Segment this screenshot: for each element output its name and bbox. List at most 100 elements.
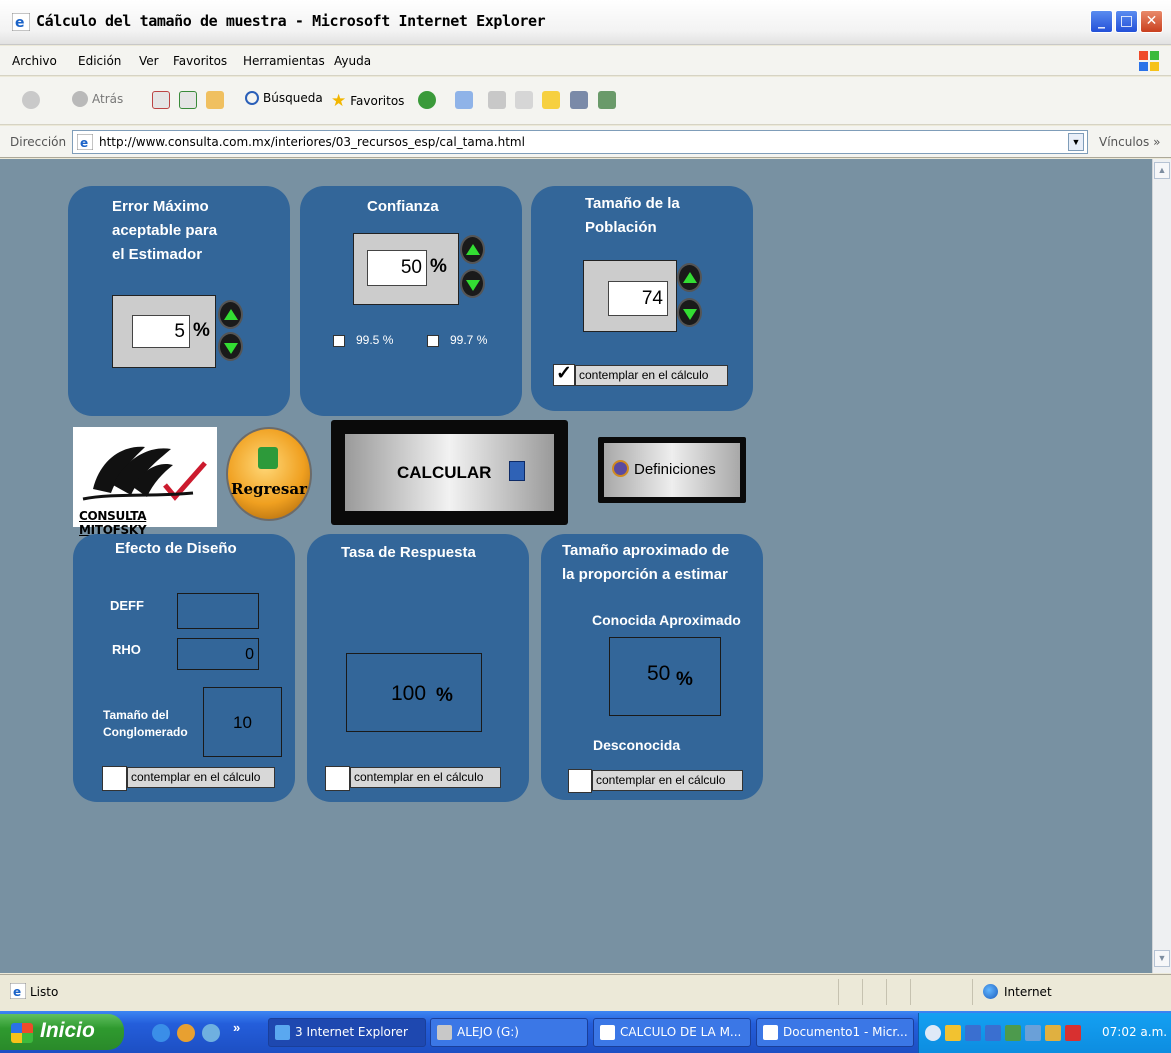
- menu-favoritos[interactable]: Favoritos: [173, 54, 227, 68]
- error-increase-icon[interactable]: [218, 300, 243, 329]
- definiciones-button[interactable]: Definiciones: [598, 437, 746, 503]
- start-button[interactable]: Inicio: [0, 1014, 124, 1050]
- tray-expand-icon[interactable]: [925, 1025, 941, 1041]
- windows-logo-icon: [1139, 51, 1159, 71]
- search-button[interactable]: Búsqueda: [245, 91, 323, 105]
- confianza-decrease-icon[interactable]: [460, 269, 485, 298]
- back-button[interactable]: Atrás: [72, 91, 123, 107]
- links-label[interactable]: Vínculos »: [1099, 135, 1160, 149]
- menu-herramientas[interactable]: Herramientas: [243, 54, 325, 68]
- page-status-icon: e: [10, 983, 26, 999]
- ie-quicklaunch-icon[interactable]: [152, 1024, 170, 1042]
- cluster-value-field[interactable]: 10: [203, 687, 282, 757]
- tray-app-icon[interactable]: [1045, 1025, 1061, 1041]
- messenger-quicklaunch-icon[interactable]: [202, 1024, 220, 1042]
- tray-antivirus-icon[interactable]: [1065, 1025, 1081, 1041]
- window-title: Cálculo del tamaño de muestra - Microsof…: [36, 12, 546, 30]
- task-internet-explorer[interactable]: 3 Internet Explorer: [268, 1018, 426, 1047]
- search-icon: [245, 91, 259, 105]
- return-icon: [258, 447, 278, 469]
- calcular-button[interactable]: CALCULAR: [331, 420, 568, 525]
- task-documento1[interactable]: Documento1 - Micr...: [756, 1018, 914, 1047]
- deff-value-field[interactable]: [177, 593, 259, 629]
- poblacion-increase-icon[interactable]: [677, 263, 702, 292]
- address-input[interactable]: e http://www.consulta.com.mx/interiores/…: [72, 130, 1088, 154]
- menu-ayuda[interactable]: Ayuda: [334, 54, 371, 68]
- minimize-button[interactable]: _: [1090, 10, 1113, 33]
- menu-ver[interactable]: Ver: [139, 54, 159, 68]
- close-button[interactable]: ✕: [1140, 10, 1163, 33]
- maximize-button[interactable]: □: [1115, 10, 1138, 33]
- known-label: Conocida Aproximado: [592, 612, 741, 628]
- star-icon: ★: [331, 91, 347, 111]
- stop-icon[interactable]: [152, 91, 170, 109]
- discuss-icon[interactable]: [542, 91, 560, 109]
- option-99-7-checkbox[interactable]: [427, 335, 439, 347]
- tray-network-icon[interactable]: [965, 1025, 981, 1041]
- menu-archivo[interactable]: Archivo: [12, 54, 57, 68]
- home-icon[interactable]: [206, 91, 224, 109]
- print-icon[interactable]: [488, 91, 506, 109]
- address-label: Dirección: [10, 135, 67, 149]
- history-icon[interactable]: [418, 91, 436, 109]
- back-label: Atrás: [92, 92, 124, 106]
- address-dropdown-icon[interactable]: ▼: [1068, 133, 1084, 151]
- toolbar: Atrás Búsqueda ★ Favoritos: [0, 77, 1171, 125]
- research-icon[interactable]: [570, 91, 588, 109]
- check-icon: ✓: [556, 363, 572, 384]
- confianza-panel: Confianza 50 % 99.5 % 99.7 %: [300, 186, 522, 416]
- back-arrow-icon: [72, 91, 88, 107]
- error-title-line-3: el Estimador: [112, 246, 203, 263]
- tray-app-icon[interactable]: [945, 1025, 961, 1041]
- favorites-label: Favoritos: [350, 94, 405, 108]
- proporcion-panel: Tamaño aproximado de la proporción a est…: [541, 534, 763, 800]
- cluster-label-line-1: Tamaño del: [103, 708, 169, 722]
- tray-app-icon[interactable]: [1005, 1025, 1021, 1041]
- respuesta-contemplar-checkbox[interactable]: [325, 766, 350, 791]
- tray-app-icon[interactable]: [1025, 1025, 1041, 1041]
- confianza-value-input[interactable]: 50: [367, 250, 427, 286]
- proporcion-value-field[interactable]: 50 %: [609, 637, 721, 716]
- poblacion-contemplar-label[interactable]: contemplar en el cálculo: [575, 365, 728, 386]
- proporcion-contemplar-checkbox[interactable]: [568, 769, 592, 793]
- menu-bar: Archivo Edición Ver Favoritos Herramient…: [0, 46, 1171, 76]
- error-decrease-icon[interactable]: [218, 332, 243, 361]
- poblacion-contemplar-checkbox[interactable]: ✓: [553, 363, 575, 386]
- favorites-button[interactable]: ★ Favoritos: [331, 91, 404, 111]
- poblacion-value-input[interactable]: 74: [608, 281, 668, 316]
- status-separator: [862, 979, 863, 1005]
- taskbar: Inicio » 3 Internet Explorer ALEJO (G:) …: [0, 1011, 1171, 1053]
- tray-network-icon[interactable]: [985, 1025, 1001, 1041]
- error-value-input[interactable]: 5: [132, 315, 190, 348]
- internet-explorer-icon: e: [12, 13, 30, 31]
- confianza-increase-icon[interactable]: [460, 235, 485, 264]
- proporcion-title-line-1: Tamaño aproximado de: [562, 542, 730, 559]
- mail-icon[interactable]: [455, 91, 473, 109]
- media-quicklaunch-icon[interactable]: [177, 1024, 195, 1042]
- task-alejo[interactable]: ALEJO (G:): [430, 1018, 588, 1047]
- scroll-up-icon[interactable]: ▲: [1154, 162, 1170, 179]
- messenger-icon[interactable]: [598, 91, 616, 109]
- respuesta-contemplar-label[interactable]: contemplar en el cálculo: [350, 767, 501, 788]
- rho-value-field[interactable]: 0: [177, 638, 259, 670]
- edit-icon[interactable]: [515, 91, 533, 109]
- forward-icon[interactable]: [22, 91, 40, 109]
- regresar-button[interactable]: Regresar: [226, 427, 312, 521]
- vertical-scrollbar[interactable]: ▲ ▼: [1152, 159, 1171, 973]
- poblacion-decrease-icon[interactable]: [677, 298, 702, 327]
- respuesta-value-field[interactable]: 100 %: [346, 653, 482, 732]
- proporcion-unit: %: [676, 669, 693, 690]
- diseno-contemplar-checkbox[interactable]: [102, 766, 127, 791]
- deff-label: DEFF: [110, 598, 144, 613]
- proporcion-contemplar-label[interactable]: contemplar en el cálculo: [592, 770, 743, 791]
- diseno-contemplar-label[interactable]: contemplar en el cálculo: [127, 767, 275, 788]
- more-icon[interactable]: »: [233, 1020, 240, 1035]
- status-separator: [972, 979, 973, 1005]
- task-calculo[interactable]: CALCULO DE LA M...: [593, 1018, 751, 1047]
- page-icon: e: [77, 134, 93, 150]
- calculator-icon: [509, 461, 525, 481]
- menu-edicion[interactable]: Edición: [78, 54, 121, 68]
- option-99-5-checkbox[interactable]: [333, 335, 345, 347]
- refresh-icon[interactable]: [179, 91, 197, 109]
- scroll-down-icon[interactable]: ▼: [1154, 950, 1170, 967]
